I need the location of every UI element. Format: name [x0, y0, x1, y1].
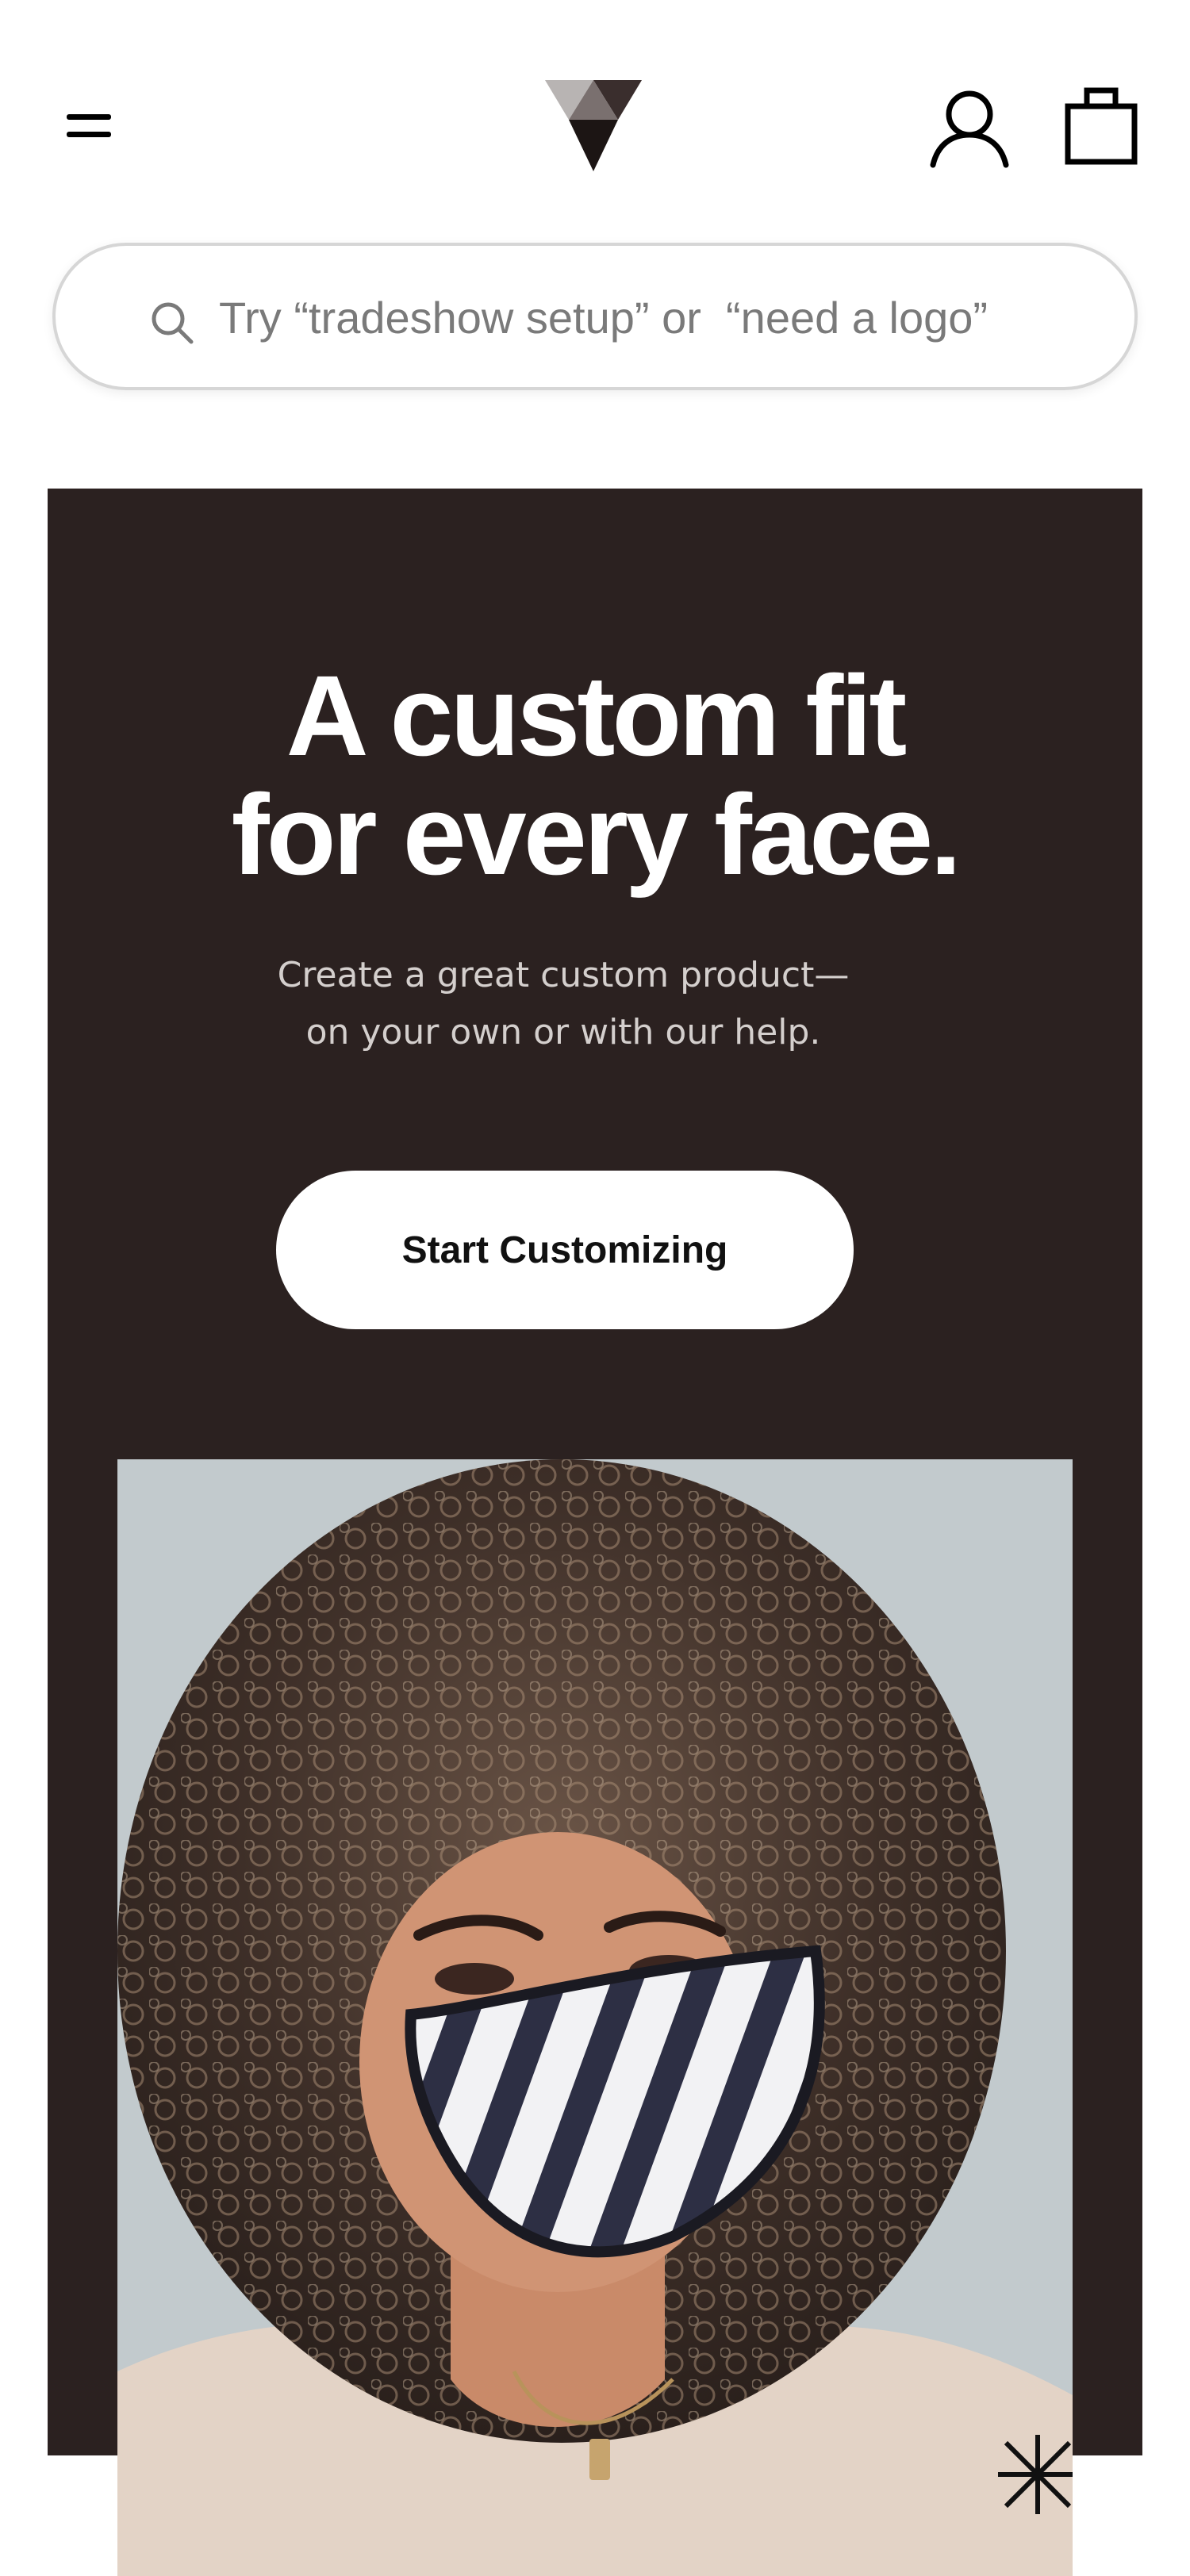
start-customizing-button[interactable]: Start Customizing [276, 1171, 854, 1329]
account-button[interactable] [928, 89, 1012, 168]
search-bar[interactable] [52, 243, 1138, 390]
hero-title: A custom fit for every face. [48, 657, 1142, 895]
user-icon [930, 90, 1009, 168]
menu-button[interactable] [56, 97, 119, 154]
hero-photo [117, 1459, 1073, 2576]
hero-subtitle-line-1: Create a great custom product— [277, 955, 850, 995]
brand-logo-icon[interactable] [545, 80, 642, 171]
hero-title-line-2: for every face. [231, 771, 962, 899]
hero-subtitle: Create a great custom product— on your o… [48, 947, 1079, 1061]
cart-button[interactable] [1063, 86, 1139, 165]
site-header [0, 0, 1190, 238]
hero-subtitle-line-2: on your own or with our help. [305, 1012, 821, 1052]
hero-title-line-1: A custom fit [286, 652, 908, 780]
search-input[interactable] [219, 278, 1076, 357]
shopping-bag-icon [1065, 87, 1138, 165]
search-icon [152, 302, 194, 344]
